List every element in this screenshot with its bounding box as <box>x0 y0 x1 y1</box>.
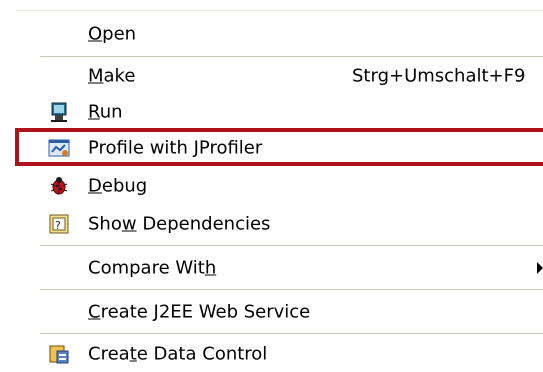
menu-item-label: Create J2EE Web Service <box>88 301 311 323</box>
menu-separator <box>40 333 543 334</box>
submenu-arrow-icon <box>537 262 543 274</box>
menu-item-show-dependencies[interactable]: ? Show Dependencies <box>0 206 543 242</box>
menu-separator <box>40 245 543 246</box>
menu-item-label: Debug <box>88 175 148 197</box>
menu-item-run[interactable]: Run <box>0 94 543 130</box>
run-icon <box>48 101 70 123</box>
context-menu: Open Make Strg+Umschalt+F9 Run Profile w… <box>0 0 543 371</box>
menu-item-label: Run <box>88 101 123 123</box>
menu-item-make[interactable]: Make Strg+Umschalt+F9 <box>0 58 543 94</box>
menu-separator <box>40 289 543 290</box>
bug-icon <box>48 175 70 197</box>
data-control-icon <box>48 343 70 365</box>
menu-item-label: Make <box>88 65 136 87</box>
menu-item-create-data-control[interactable]: Create Data Control <box>0 336 543 372</box>
menu-item-open[interactable]: Open <box>0 16 543 52</box>
dependencies-icon: ? <box>48 213 70 235</box>
menu-top-edge <box>16 10 543 11</box>
menu-item-label: Create Data Control <box>88 343 268 365</box>
menu-separator <box>40 56 543 57</box>
menu-item-create-j2ee-web-service[interactable]: Create J2EE Web Service <box>0 294 543 330</box>
menu-item-debug[interactable]: Debug <box>0 168 543 204</box>
menu-item-compare-with[interactable]: Compare With <box>0 250 543 286</box>
menu-item-label: Show Dependencies <box>88 213 271 235</box>
svg-text:?: ? <box>55 219 61 232</box>
menu-item-label: Compare With <box>88 257 217 279</box>
shortcut-label: Strg+Umschalt+F9 <box>352 65 526 87</box>
highlight-frame <box>15 128 543 166</box>
menu-item-label: Open <box>88 23 137 45</box>
